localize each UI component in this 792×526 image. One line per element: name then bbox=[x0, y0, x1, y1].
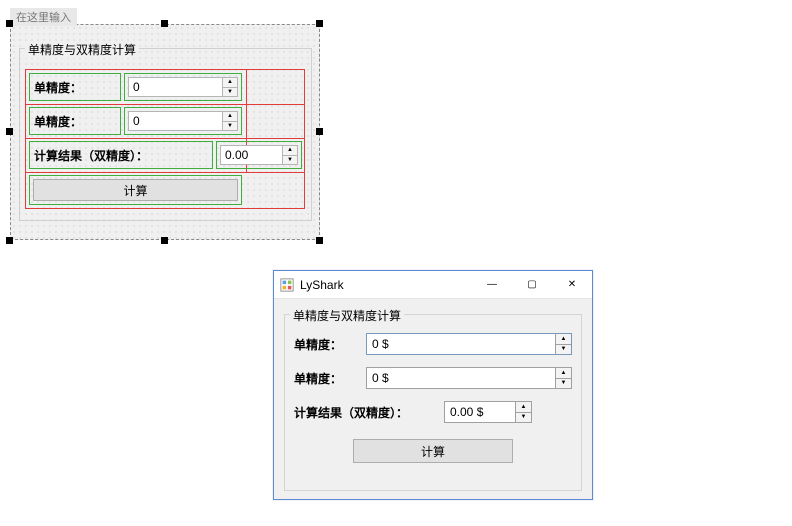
spinbox-value[interactable]: 0 $ bbox=[367, 368, 555, 388]
form-layout: 单精度： 0 $ ▲ ▼ 单精度： 0 $ ▲ bbox=[294, 333, 572, 463]
spin-down-icon[interactable]: ▼ bbox=[556, 345, 571, 355]
window-title: LyShark bbox=[300, 278, 344, 292]
spin-buttons[interactable]: ▲ ▼ bbox=[555, 334, 571, 354]
spin-up-icon[interactable]: ▲ bbox=[223, 112, 237, 122]
form-row: 单精度： 0 $ ▲ ▼ bbox=[294, 333, 572, 355]
spinbox-single1[interactable]: 0 $ ▲ ▼ bbox=[366, 333, 572, 355]
resize-handle[interactable] bbox=[316, 237, 323, 244]
spinbox-result[interactable]: 0.00 $ ▲ ▼ bbox=[444, 401, 532, 423]
designer-panel[interactable]: 单精度与双精度计算 单精度： 0 ▲ ▼ bbox=[10, 24, 320, 240]
label-cell[interactable]: 计算结果（双精度）： bbox=[29, 141, 213, 169]
app-icon bbox=[280, 278, 294, 292]
spinbox-single2[interactable]: 0 $ ▲ ▼ bbox=[366, 367, 572, 389]
spinbox-value[interactable]: 0 bbox=[129, 78, 222, 96]
resize-handle[interactable] bbox=[316, 128, 323, 135]
label-cell[interactable]: 单精度： bbox=[29, 73, 121, 101]
maximize-icon: ▢ bbox=[527, 279, 536, 290]
minimize-icon: — bbox=[487, 279, 497, 290]
spin-buttons[interactable]: ▲ ▼ bbox=[555, 368, 571, 388]
label-single1: 单精度： bbox=[30, 74, 120, 100]
label-single2: 单精度： bbox=[30, 108, 120, 134]
resize-handle[interactable] bbox=[6, 237, 13, 244]
spinbox-single1[interactable]: 0 ▲ ▼ bbox=[128, 77, 238, 97]
spinbox-single2[interactable]: 0 ▲ ▼ bbox=[128, 111, 238, 131]
spin-buttons[interactable]: ▲ ▼ bbox=[222, 112, 237, 130]
spin-buttons[interactable]: ▲ ▼ bbox=[282, 146, 297, 164]
spinbox-value[interactable]: 0.00 bbox=[221, 146, 282, 164]
calc-button[interactable]: 计算 bbox=[33, 179, 238, 201]
spin-down-icon[interactable]: ▼ bbox=[223, 88, 237, 97]
label-single1: 单精度： bbox=[294, 336, 366, 353]
spin-up-icon[interactable]: ▲ bbox=[516, 402, 531, 413]
form-row: 计算结果（双精度）： 0.00 $ ▲ ▼ bbox=[294, 401, 572, 423]
spin-cell[interactable]: 0 ▲ ▼ bbox=[124, 73, 242, 101]
spin-cell[interactable]: 0 ▲ ▼ bbox=[124, 107, 242, 135]
close-button[interactable]: ✕ bbox=[552, 271, 592, 299]
spinbox-value[interactable]: 0.00 $ bbox=[445, 402, 515, 422]
maximize-button[interactable]: ▢ bbox=[512, 271, 552, 299]
button-cell[interactable]: 计算 bbox=[29, 175, 242, 205]
spin-cell[interactable]: 0.00 ▲ ▼ bbox=[216, 141, 302, 169]
designer-groupbox[interactable]: 单精度与双精度计算 单精度： 0 ▲ ▼ bbox=[19, 41, 312, 221]
groupbox-title: 单精度与双精度计算 bbox=[290, 307, 404, 324]
minimize-button[interactable]: — bbox=[472, 271, 512, 299]
label-result: 计算结果（双精度）： bbox=[30, 142, 212, 168]
close-icon: ✕ bbox=[568, 279, 576, 290]
resize-handle[interactable] bbox=[6, 20, 13, 27]
runtime-window: LyShark — ▢ ✕ 单精度与双精度计算 单精度： 0 $ ▲ ▼ bbox=[273, 270, 593, 500]
spin-down-icon[interactable]: ▼ bbox=[516, 413, 531, 423]
groupbox-title: 单精度与双精度计算 bbox=[25, 41, 139, 58]
spinbox-value[interactable]: 0 bbox=[129, 112, 222, 130]
label-result: 计算结果（双精度）： bbox=[294, 404, 444, 421]
spin-down-icon[interactable]: ▼ bbox=[283, 156, 297, 165]
spin-down-icon[interactable]: ▼ bbox=[223, 122, 237, 131]
spinbox-value[interactable]: 0 $ bbox=[367, 334, 555, 354]
spin-up-icon[interactable]: ▲ bbox=[556, 334, 571, 345]
resize-handle[interactable] bbox=[161, 237, 168, 244]
form-row: 单精度： 0 $ ▲ ▼ bbox=[294, 367, 572, 389]
layout-grid: 单精度： 0 ▲ ▼ 单精度： bbox=[25, 69, 305, 209]
titlebar[interactable]: LyShark — ▢ ✕ bbox=[274, 271, 592, 299]
spin-down-icon[interactable]: ▼ bbox=[556, 379, 571, 389]
calc-button[interactable]: 计算 bbox=[353, 439, 513, 463]
placeholder-hint: 在这里输入 bbox=[10, 8, 77, 26]
resize-handle[interactable] bbox=[316, 20, 323, 27]
spin-up-icon[interactable]: ▲ bbox=[556, 368, 571, 379]
client-area: 单精度与双精度计算 单精度： 0 $ ▲ ▼ 单精度： 0 $ bbox=[274, 299, 592, 499]
spin-buttons[interactable]: ▲ ▼ bbox=[515, 402, 531, 422]
spin-up-icon[interactable]: ▲ bbox=[283, 146, 297, 156]
label-single2: 单精度： bbox=[294, 370, 366, 387]
label-cell[interactable]: 单精度： bbox=[29, 107, 121, 135]
designer-surface: 在这里输入 单精度与双精度计算 单精度： 0 ▲ ▼ bbox=[8, 8, 323, 243]
spin-up-icon[interactable]: ▲ bbox=[223, 78, 237, 88]
resize-handle[interactable] bbox=[6, 128, 13, 135]
resize-handle[interactable] bbox=[161, 20, 168, 27]
runtime-groupbox: 单精度与双精度计算 单精度： 0 $ ▲ ▼ 单精度： 0 $ bbox=[284, 307, 582, 491]
spinbox-result[interactable]: 0.00 ▲ ▼ bbox=[220, 145, 298, 165]
spin-buttons[interactable]: ▲ ▼ bbox=[222, 78, 237, 96]
